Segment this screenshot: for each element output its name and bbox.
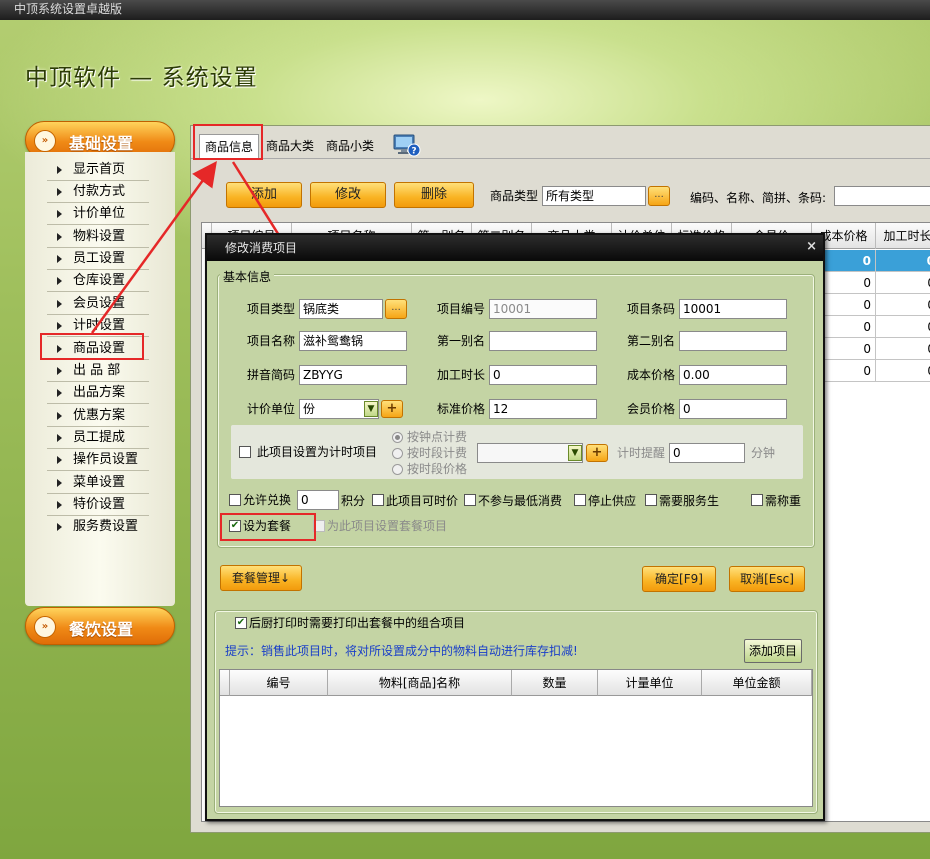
type-input[interactable]: 锅底类 <box>299 299 383 319</box>
timing-checkbox[interactable] <box>239 446 251 458</box>
combo-hint: 提示：销售此项目时，将对所设置成分中的物料自动进行库存扣减! <box>225 644 578 658</box>
remind-label: 计时提醒 <box>617 446 666 460</box>
set-meal-items-checkbox[interactable] <box>313 520 325 532</box>
alias1-label: 第一别名 <box>437 334 486 348</box>
code-label: 项目编号 <box>437 302 486 316</box>
type-label: 项目类型 <box>247 302 296 316</box>
edit-item-dialog: 修改消费项目 × 基本信息 项目类型 锅底类 ... 项目编号 10001 项目条… <box>205 233 825 821</box>
name-label: 项目名称 <box>247 334 296 348</box>
timed-price-label: 此项目可时价 <box>386 494 459 508</box>
barcode-label: 项目条码 <box>627 302 676 316</box>
cost-label: 成本价格 <box>627 368 676 382</box>
need-weigh-label: 需称重 <box>765 494 802 508</box>
unit-label: 计价单位 <box>247 402 296 416</box>
timing-checkbox-label: 此项目设置为计时项目 <box>257 445 378 459</box>
name-input[interactable]: 滋补鸳鸯锅 <box>299 331 407 351</box>
pinyin-label: 拼音简码 <box>247 368 296 382</box>
cost-input[interactable]: 0.00 <box>679 365 787 385</box>
radio-period-price-label: 按时段价格 <box>407 462 468 476</box>
member-price-input[interactable]: 0 <box>679 399 787 419</box>
code-input[interactable]: 10001 <box>489 299 597 319</box>
allow-exchange-label: 允许兑换 <box>243 493 292 507</box>
member-price-label: 会员价格 <box>627 402 676 416</box>
minutes-label: 分钟 <box>751 446 776 460</box>
type-browse-button[interactable]: ... <box>385 299 407 319</box>
alias1-input[interactable] <box>489 331 597 351</box>
combo-header-col[interactable]: 编号 <box>230 670 328 696</box>
remind-input[interactable]: 0 <box>669 443 745 463</box>
stop-supply-checkbox[interactable] <box>574 494 586 506</box>
close-icon[interactable]: × <box>806 240 817 254</box>
no-min-consume-checkbox[interactable] <box>464 494 476 506</box>
timed-price-checkbox[interactable] <box>372 494 384 506</box>
proc-time-label: 加工时长 <box>437 368 486 382</box>
need-waiter-checkbox[interactable] <box>645 494 657 506</box>
chevron-down-icon[interactable]: ▼ <box>568 445 582 461</box>
add-timing-button[interactable]: + <box>586 444 608 462</box>
pinyin-input[interactable]: ZBYYG <box>299 365 407 385</box>
std-price-input[interactable]: 12 <box>489 399 597 419</box>
set-meal-checkbox[interactable]: ✔ <box>229 520 241 532</box>
alias2-input[interactable] <box>679 331 787 351</box>
no-min-consume-label: 不参与最低消费 <box>478 494 563 508</box>
exchange-points-input[interactable]: 0 <box>297 490 339 510</box>
cancel-button[interactable]: 取消[Esc] <box>729 566 805 592</box>
need-waiter-label: 需要服务生 <box>659 494 720 508</box>
set-meal-items-label: 为此项目设置套餐项目 <box>327 519 448 533</box>
need-weigh-checkbox[interactable] <box>751 494 763 506</box>
stop-supply-label: 停止供应 <box>588 494 637 508</box>
barcode-input[interactable]: 10001 <box>679 299 787 319</box>
basic-info-legend: 基本信息 <box>220 270 275 284</box>
dialog-title: 修改消费项目 <box>225 241 298 255</box>
grid-header-indicator <box>220 670 230 696</box>
radio-hourly[interactable] <box>392 432 403 443</box>
std-price-label: 标准价格 <box>437 402 486 416</box>
combo-header-col[interactable]: 物料[商品]名称 <box>328 670 512 696</box>
combo-header-col[interactable]: 数量 <box>512 670 598 696</box>
add-item-button[interactable]: 添加项目 <box>744 639 802 663</box>
combo-header-col[interactable]: 计量单位 <box>598 670 702 696</box>
alias2-label: 第二别名 <box>627 334 676 348</box>
print-combo-checkbox[interactable]: ✔ <box>235 617 247 629</box>
ok-button[interactable]: 确定[F9] <box>642 566 716 592</box>
radio-period-price[interactable] <box>392 464 403 475</box>
dialog-titlebar: 修改消费项目 × <box>207 235 823 261</box>
combo-grid: 编号 物料[商品]名称 数量 计量单位 单位金额 <box>219 669 813 807</box>
chevron-down-icon[interactable]: ▼ <box>364 401 378 417</box>
allow-exchange-checkbox[interactable] <box>229 494 241 506</box>
points-label: 积分 <box>341 494 366 508</box>
set-manage-button[interactable]: 套餐管理↓ <box>220 565 302 591</box>
print-combo-label: 后厨打印时需要打印出套餐中的组合项目 <box>249 613 469 633</box>
set-meal-label: 设为套餐 <box>243 519 292 533</box>
combo-header-col[interactable]: 单位金额 <box>702 670 812 696</box>
proc-time-input[interactable]: 0 <box>489 365 597 385</box>
radio-period-fee[interactable] <box>392 448 403 459</box>
add-unit-button[interactable]: + <box>381 400 403 418</box>
